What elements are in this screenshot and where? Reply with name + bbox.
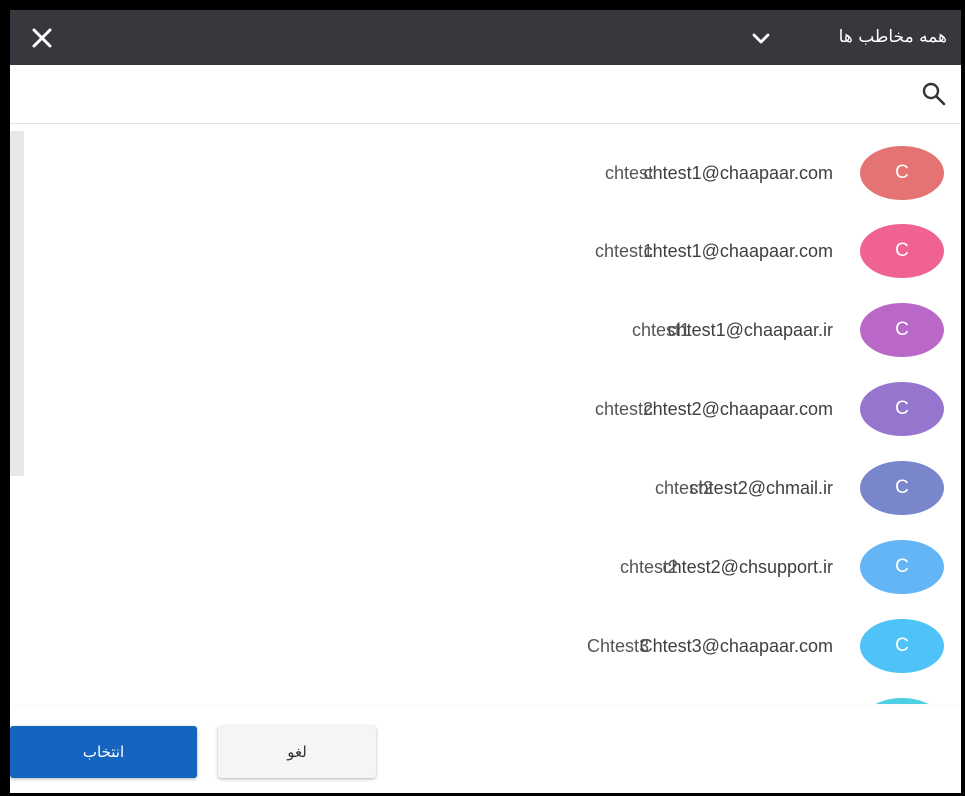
contact-name: chtest2: [594, 399, 653, 419]
contact-email: chtest1@chaapaar.ir: [667, 320, 833, 340]
contact-name: chtest2: [654, 478, 713, 498]
contact-row[interactable]: Cchtest1@chaapaar.com chtest1: [24, 218, 946, 278]
contact-email: chtest1@chaapaar.com: [643, 241, 833, 261]
search-input[interactable]: [20, 77, 904, 113]
cancel-button[interactable]: لغو: [218, 726, 376, 778]
contact-row[interactable]: Cchtest2@chmail.ir chtest2: [24, 455, 946, 515]
contact-list-scrollbar[interactable]: [10, 131, 24, 476]
contact-row[interactable]: Cchtest2@chaapaar.com chtest2: [24, 376, 946, 436]
contact-email: chtest1@chaapaar.com: [643, 163, 833, 183]
contact-avatar: C: [860, 303, 944, 357]
select-button[interactable]: انتخاب: [10, 726, 197, 778]
contact-avatar: C: [860, 540, 944, 594]
contact-row[interactable]: C Chtest3@chaapaar.com Chtest3: [24, 613, 946, 673]
contact-email: Chtest3@chaapaar.com: [639, 636, 833, 656]
contact-row[interactable]: Cchtest2@chsupport.ir chtest2: [24, 534, 946, 594]
contact-name: chtest2: [619, 557, 678, 577]
contact-avatar: C: [860, 382, 944, 436]
contact-name: Chtest3: [586, 636, 649, 656]
chevron-down-icon[interactable]: [750, 27, 772, 49]
contact-row[interactable]: Cchtest1@chaapaar.ir chtest1: [24, 297, 946, 357]
search-bar: [10, 65, 961, 124]
close-icon: [32, 28, 52, 48]
dialog-header: همه مخاطب ها: [10, 10, 961, 65]
window-frame-right: [961, 0, 965, 796]
contact-name: chtest1: [594, 241, 653, 261]
contact-avatar: C: [860, 224, 944, 278]
contacts-filter-title[interactable]: همه مخاطب ها: [839, 27, 947, 47]
contact-email: chtest2@chsupport.ir: [662, 557, 833, 577]
contact-avatar: C: [860, 619, 944, 673]
contact-avatar: C: [860, 146, 944, 200]
contact-name: chtest1: [631, 320, 690, 340]
window-frame-left: [0, 0, 10, 796]
contact-avatar: C: [860, 461, 944, 515]
close-button[interactable]: [26, 22, 58, 54]
contact-row[interactable]: [24, 692, 946, 704]
contact-name: chtest: [604, 163, 653, 183]
window-frame-top: [0, 0, 965, 10]
contact-email: chtest2@chaapaar.com: [643, 399, 833, 419]
list-divider: [10, 704, 961, 705]
search-icon[interactable]: [921, 81, 947, 107]
contact-row[interactable]: Cchtest1@chaapaar.com chtest: [24, 140, 946, 200]
